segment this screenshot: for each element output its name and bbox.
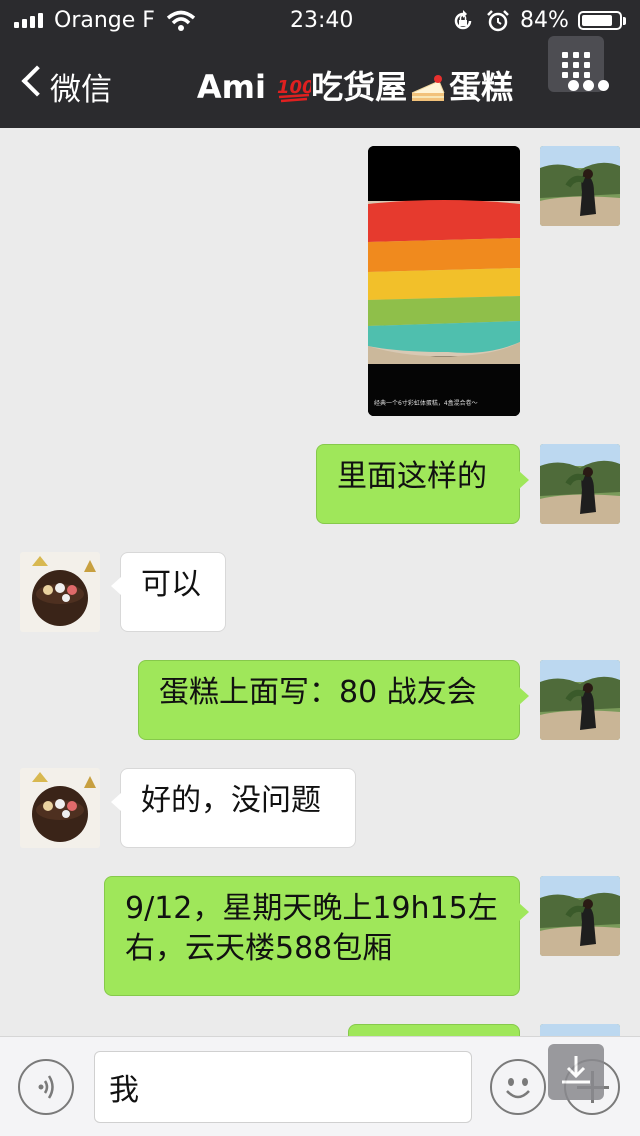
chat-title: Ami 100 吃货屋 蛋糕 xyxy=(150,62,560,108)
battery-percent: 84% xyxy=(520,8,569,33)
contact-avatar[interactable] xyxy=(20,552,100,632)
contact-avatar-photo xyxy=(20,552,100,632)
my-avatar[interactable] xyxy=(540,444,620,524)
clock-time: 23:40 xyxy=(290,8,354,33)
message-text: 可以 xyxy=(141,567,201,602)
voice-icon[interactable] xyxy=(18,1059,74,1115)
message-input[interactable] xyxy=(94,1051,472,1123)
download-icon[interactable] xyxy=(548,1044,604,1100)
avatar-photo xyxy=(540,1024,620,1036)
message-bubble-outgoing[interactable]: 9/12，星期天晚上19h15左 右，云天楼588包厢 xyxy=(104,876,529,996)
message-text-line: 右，云天楼588包厢 xyxy=(125,931,393,966)
cake-slice-emoji xyxy=(411,75,445,101)
my-avatar[interactable] xyxy=(540,876,620,956)
chat-area[interactable]: 经典一个6寸彩虹体蛋糕，4盒混合卷～ 里面这样的 可以 蛋糕上面写：80 战友会… xyxy=(0,128,640,1036)
image-caption: 经典一个6寸彩虹体蛋糕，4盒混合卷～ xyxy=(374,400,478,407)
smiley-glyph xyxy=(506,1078,530,1099)
hundred-points-emoji: 100 xyxy=(277,77,311,103)
chat-title-part2: 吃货屋 xyxy=(311,68,408,106)
emoji-icon[interactable] xyxy=(490,1059,546,1115)
alarm-icon xyxy=(487,10,509,32)
avatar-photo xyxy=(540,876,620,956)
message-text: 里面这样的 xyxy=(337,459,487,494)
message-bubble-outgoing[interactable]: 蛋糕上面写：80 战友会 xyxy=(138,660,529,740)
my-avatar[interactable] xyxy=(540,660,620,740)
battery-icon xyxy=(578,11,622,30)
back-button[interactable]: 微信 xyxy=(18,64,118,108)
my-avatar[interactable] xyxy=(540,1024,620,1036)
image-message-rainbow-cake[interactable]: 经典一个6寸彩虹体蛋糕，4盒混合卷～ xyxy=(368,146,520,416)
rotation-lock-icon xyxy=(454,10,472,30)
contact-avatar[interactable] xyxy=(20,768,100,848)
status-bar: Orange F 23:40 84% xyxy=(0,0,640,42)
contact-avatar-photo xyxy=(20,768,100,848)
carrier-label: Orange F xyxy=(54,8,155,33)
chat-title-part3: 蛋糕 xyxy=(449,68,514,106)
top-bar: Orange F 23:40 84% 微信 Ami 100 吃货屋 蛋糕 xyxy=(0,0,640,128)
message-text-line: 9/12，星期天晚上19h15左 xyxy=(125,891,498,926)
my-avatar[interactable] xyxy=(540,146,620,226)
avatar-photo xyxy=(540,146,620,226)
message-bubble-outgoing[interactable]: 里面这样的 xyxy=(316,444,529,524)
signal-icon xyxy=(14,12,50,28)
message-text: 好的，没问题 xyxy=(141,783,321,818)
rainbow-cake-photo xyxy=(368,146,520,416)
avatar-photo xyxy=(540,660,620,740)
back-label: 微信 xyxy=(50,72,112,108)
message-bubble-incoming[interactable]: 可以 xyxy=(111,552,226,632)
more-icon[interactable] xyxy=(568,80,624,94)
input-bar xyxy=(0,1036,640,1136)
wifi-icon xyxy=(166,10,196,31)
message-bubble-incoming[interactable]: 好的，没问题 xyxy=(111,768,356,848)
message-bubble-outgoing-partial[interactable] xyxy=(348,1024,520,1036)
message-text: 蛋糕上面写：80 战友会 xyxy=(159,675,477,710)
battery-tip xyxy=(623,17,626,25)
chat-title-part1: Ami xyxy=(196,68,278,106)
battery-level-fill xyxy=(582,15,613,26)
chevron-left-icon xyxy=(21,65,53,97)
download-arrow-glyph xyxy=(562,1056,590,1084)
avatar-photo xyxy=(540,444,620,524)
voice-wave-glyph xyxy=(38,1075,54,1099)
